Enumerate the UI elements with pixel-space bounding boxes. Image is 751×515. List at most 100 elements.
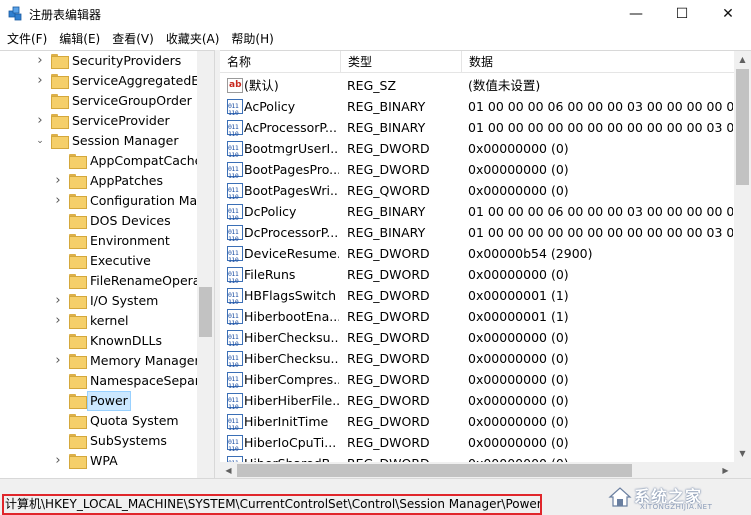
column-header-type[interactable]: 类型	[341, 51, 462, 73]
current-key-path: 计算机\HKEY_LOCAL_MACHINE\SYSTEM\CurrentCon…	[2, 494, 542, 515]
value-row[interactable]: HiberChecksu... REG_DWORD 0x00000000 (0)	[220, 327, 734, 355]
tree-item[interactable]: › SecurityProviders	[0, 51, 197, 71]
values-vertical-scrollbar[interactable]: ▲ ▼	[734, 51, 751, 462]
tree-item[interactable]: › kernel	[0, 311, 197, 331]
tree-item-label: FileRenameOperat	[90, 273, 206, 288]
value-data: 0x00000000 (0)	[468, 330, 569, 345]
value-data: 0x00000000 (0)	[468, 414, 569, 429]
chevron-down-icon[interactable]: ⌄	[34, 131, 46, 151]
value-name: BootmgrUserI...	[244, 141, 339, 156]
chevron-right-icon[interactable]: ›	[52, 311, 64, 331]
tree-item[interactable]: KnownDLLs	[0, 331, 197, 351]
chevron-right-icon[interactable]: ›	[52, 351, 64, 371]
tree-item[interactable]: › ServiceProvider	[0, 111, 197, 131]
tree-item[interactable]: NamespaceSepara	[0, 371, 208, 391]
value-type: REG_BINARY	[347, 99, 426, 114]
minimize-button[interactable]: —	[613, 0, 659, 28]
value-row[interactable]: AcPolicy REG_BINARY 01 00 00 00 06 00 00 0…	[220, 96, 734, 124]
value-row[interactable]: BootPagesWri... REG_QWORD 0x00000000 (0)	[220, 180, 734, 208]
value-type: REG_DWORD	[347, 288, 430, 303]
tree-item[interactable]: AppCompatCache	[0, 151, 202, 171]
binary-value-icon	[227, 201, 243, 229]
value-row[interactable]: HiberCompres... REG_DWORD 0x00000000 (0)	[220, 369, 734, 397]
registry-editor-icon	[8, 6, 22, 21]
tree-item-label: KnownDLLs	[90, 333, 162, 348]
tree-item[interactable]: SubSystems	[0, 431, 197, 451]
tree-scrollbar[interactable]	[197, 51, 214, 478]
value-row[interactable]: FileRuns REG_DWORD 0x00000000 (0)	[220, 264, 734, 292]
value-row[interactable]: DeviceResume... REG_DWORD 0x00000b54 (2900…	[220, 243, 734, 271]
value-row[interactable]: HBFlagsSwitch REG_DWORD 0x00000001 (1)	[220, 285, 734, 313]
value-row[interactable]: HiberIoCpuTi... REG_DWORD 0x00000000 (0)	[220, 432, 734, 460]
menu-view[interactable]: 查看(V)	[107, 28, 159, 50]
value-row[interactable]: HiberbootEna... REG_DWORD 0x00000001 (1)	[220, 306, 734, 334]
folder-icon	[69, 454, 87, 469]
tree-item[interactable]: › AppPatches	[0, 171, 197, 191]
string-value-icon	[227, 75, 243, 96]
tree-item[interactable]: ServiceGroupOrder	[0, 91, 197, 111]
tree-item[interactable]: Environment	[0, 231, 197, 251]
tree-item-label: SubSystems	[90, 433, 167, 448]
tree-item[interactable]: DOS Devices	[0, 211, 197, 231]
tree-scrollbar-thumb[interactable]	[199, 287, 212, 337]
maximize-button[interactable]: ☐	[659, 0, 705, 28]
scroll-left-icon[interactable]: ◀	[220, 462, 237, 478]
scroll-up-icon[interactable]: ▲	[734, 51, 751, 68]
menu-help[interactable]: 帮助(H)	[226, 28, 278, 50]
value-name: DeviceResume...	[244, 246, 339, 261]
values-horizontal-scrollbar-thumb[interactable]	[237, 464, 632, 477]
column-header-name[interactable]: 名称	[220, 51, 341, 73]
value-row[interactable]: BootmgrUserI... REG_DWORD 0x00000000 (0)	[220, 138, 734, 166]
tree-item[interactable]: › WPA	[0, 451, 197, 471]
value-row[interactable]: AcProcessorP... REG_BINARY 01 00 00 00 00 …	[220, 117, 734, 145]
scroll-down-icon[interactable]: ▼	[734, 445, 751, 462]
tree-item-label: Executive	[90, 253, 151, 268]
tree-item[interactable]: › Memory Manager	[0, 351, 200, 371]
values-vertical-scrollbar-thumb[interactable]	[736, 69, 749, 185]
chevron-right-icon[interactable]: ›	[34, 111, 46, 131]
chevron-right-icon[interactable]: ›	[34, 51, 46, 71]
tree-item[interactable]: Power	[0, 391, 197, 411]
chevron-right-icon[interactable]: ›	[52, 291, 64, 311]
close-button[interactable]: ✕	[705, 0, 751, 28]
folder-icon	[69, 434, 87, 449]
value-name: AcProcessorP...	[244, 120, 337, 135]
chevron-right-icon[interactable]: ›	[52, 191, 64, 211]
value-row[interactable]: BootPagesPro... REG_DWORD 0x00000000 (0)	[220, 159, 734, 187]
folder-icon	[69, 214, 87, 229]
column-header-data[interactable]: 数据	[462, 51, 734, 73]
chevron-right-icon[interactable]: ›	[52, 451, 64, 471]
value-row[interactable]: DcPolicy REG_BINARY 01 00 00 00 06 00 00 0…	[220, 201, 734, 229]
value-row[interactable]: HiberChecksu... REG_DWORD 0x00000000 (0)	[220, 348, 734, 376]
menu-file[interactable]: 文件(F)	[2, 28, 52, 50]
values-list[interactable]: 名称 类型 数据 (默认) REG_SZ (数值未设置) AcPolicy REG_BI…	[220, 50, 751, 478]
value-row[interactable]: (默认) REG_SZ (数值未设置)	[220, 75, 734, 96]
menu-edit[interactable]: 编辑(E)	[54, 28, 105, 50]
tree-item-label: Session Manager	[72, 133, 179, 148]
key-tree[interactable]: › SecurityProviders › ServiceAggregatedEv Se…	[0, 50, 215, 478]
folder-icon	[69, 254, 87, 269]
tree-item[interactable]: FileRenameOperat	[0, 271, 205, 291]
binary-value-icon	[227, 411, 243, 439]
tree-item[interactable]: › Configuration Mar	[0, 191, 202, 211]
value-row[interactable]: HiberHiberFile... REG_DWORD 0x00000000 (0)	[220, 390, 734, 418]
tree-item-label: DOS Devices	[90, 213, 171, 228]
value-row[interactable]: HiberInitTime REG_DWORD 0x00000000 (0)	[220, 411, 734, 439]
value-row[interactable]: DcProcessorP... REG_BINARY 01 00 00 00 00 …	[220, 222, 734, 250]
tree-item[interactable]: › I/O System	[0, 291, 197, 311]
values-horizontal-scrollbar[interactable]: ◀ ▶	[220, 462, 734, 478]
tree-item[interactable]: › ServiceAggregatedEv	[0, 71, 207, 91]
chevron-right-icon[interactable]: ›	[52, 171, 64, 191]
scroll-right-icon[interactable]: ▶	[717, 462, 734, 478]
menu-favorites[interactable]: 收藏夹(A)	[161, 28, 225, 50]
tree-item-label: NamespaceSepara	[90, 373, 208, 388]
tree-item-label: ServiceProvider	[72, 113, 170, 128]
tree-item-label: WPA	[90, 453, 118, 468]
tree-item[interactable]: Quota System	[0, 411, 197, 431]
value-type: REG_DWORD	[347, 330, 430, 345]
tree-item[interactable]: ⌄ Session Manager	[0, 131, 197, 151]
chevron-right-icon[interactable]: ›	[34, 71, 46, 91]
tree-item-label: Quota System	[90, 413, 179, 428]
folder-icon	[51, 134, 69, 149]
tree-item[interactable]: Executive	[0, 251, 197, 271]
